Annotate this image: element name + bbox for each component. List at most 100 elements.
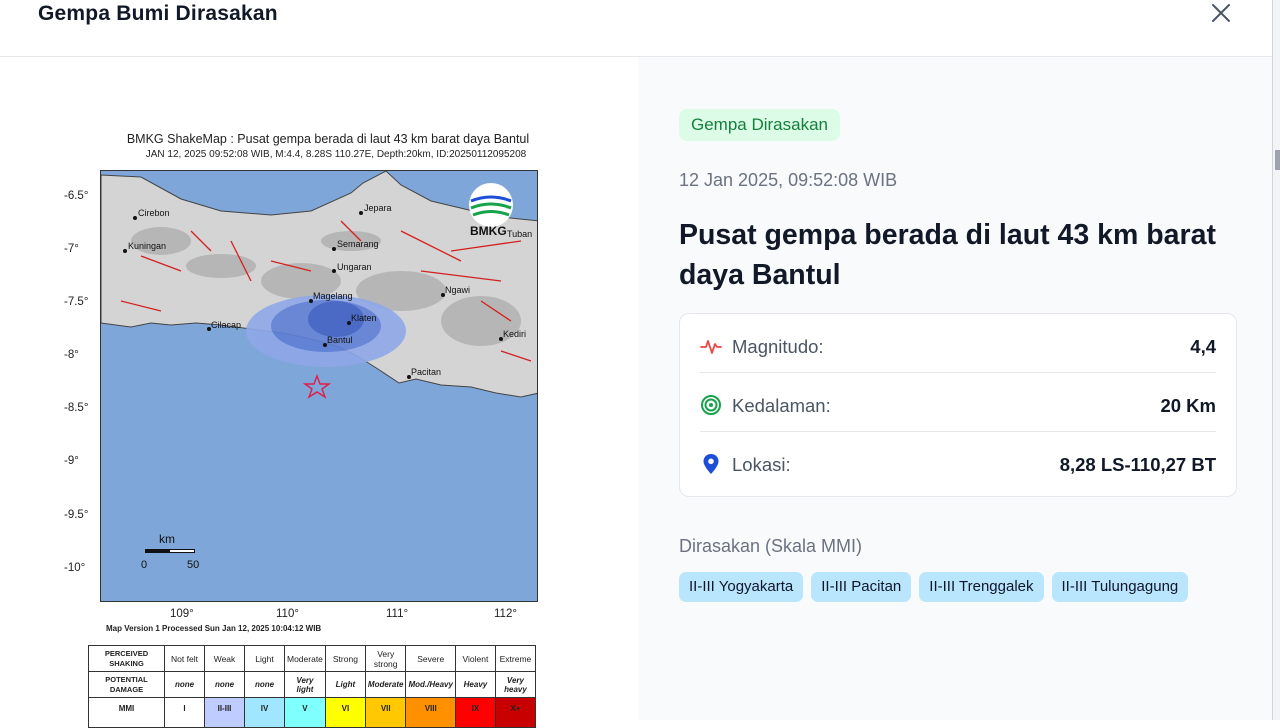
city-label: Pacitan — [411, 367, 441, 377]
city-label: Cilacap — [211, 320, 241, 330]
svg-text:50: 50 — [187, 559, 199, 571]
shakemap-figure: BMKG ShakeMap : Pusat gempa berada di la… — [58, 132, 558, 652]
info-row-magnitude: Magnitudo: 4,4 — [700, 315, 1216, 373]
modal-title: Gempa Bumi Dirasakan — [38, 2, 278, 25]
detail-pane: Gempa Dirasakan 12 Jan 2025, 09:52:08 WI… — [638, 57, 1272, 720]
y-tick: -9.5° — [64, 509, 89, 521]
mmi-legend-table: PERCEIVED SHAKING Not felt Weak Light Mo… — [88, 645, 536, 728]
mmi-cell: IX — [454, 697, 496, 728]
info-value: 4,4 — [1190, 336, 1216, 357]
city-label: Ngawi — [445, 285, 470, 295]
city-label: Semarang — [337, 239, 379, 249]
y-tick: -8° — [64, 349, 79, 361]
y-tick: -7° — [64, 243, 79, 255]
svg-text:km: km — [159, 532, 175, 546]
felt-areas: II-III Yogyakarta II-III Pacitan II-III … — [679, 572, 1189, 602]
city-label: Kuningan — [128, 241, 166, 251]
city-label: Ungaran — [337, 262, 372, 272]
close-icon — [1212, 4, 1230, 22]
damage-row: POTENTIAL DAMAGE none none none Very lig… — [88, 671, 536, 698]
x-tick: 112° — [494, 608, 517, 620]
legend-cell: Severe — [405, 645, 456, 672]
mmi-cell: IV — [244, 697, 285, 728]
x-tick: 110° — [276, 608, 299, 620]
status-badge: Gempa Dirasakan — [679, 109, 841, 141]
legend-cell: none — [164, 671, 205, 698]
earthquake-modal: Gempa Bumi Dirasakan BMKG ShakeMap : Pus… — [0, 0, 1280, 728]
legend-cell: Very light — [284, 671, 326, 698]
info-row-depth: Kedalaman: 20 Km — [700, 374, 1216, 432]
felt-area-chip: II-III Yogyakarta — [679, 572, 804, 602]
shakemap-title: BMKG ShakeMap : Pusat gempa berada di la… — [126, 132, 530, 146]
city-label: Magelang — [313, 291, 353, 301]
bmkg-logo: BMKG — [469, 183, 513, 238]
city-label: Cirebon — [138, 208, 170, 218]
shakemap-subtitle: JAN 12, 2025 09:52:08 WIB, M:4.4, 8.28S … — [145, 149, 527, 160]
legend-cell: Moderate — [284, 645, 326, 672]
event-datetime: 12 Jan 2025, 09:52:08 WIB — [679, 170, 898, 190]
mmi-cell: II-III — [204, 697, 245, 728]
shaking-row: PERCEIVED SHAKING Not felt Weak Light Mo… — [88, 645, 536, 672]
city-label: Tuban — [507, 229, 532, 239]
y-tick: -10° — [64, 562, 86, 574]
target-icon — [701, 395, 721, 415]
scrollbar[interactable] — [1272, 0, 1280, 720]
city-label: Klaten — [351, 313, 377, 323]
felt-area-chip: II-III Tulungagung — [1051, 572, 1189, 602]
legend-cell: Extreme — [494, 645, 536, 672]
info-value: 8,28 LS-110,27 BT — [1059, 454, 1216, 475]
legend-cell: Very heavy — [494, 671, 536, 698]
info-label: Kedalaman: — [732, 395, 831, 416]
mmi-cell: VII — [364, 697, 407, 728]
x-tick: 109° — [170, 608, 194, 620]
city-label: Kediri — [503, 329, 526, 339]
city-label: Jepara — [364, 203, 392, 213]
legend-cell: Light — [244, 645, 285, 672]
map-drawing: Cirebon Kuningan Jepara Semarang Ungaran… — [101, 171, 537, 601]
info-label: Magnitudo: — [732, 336, 824, 357]
felt-section-title: Dirasakan (Skala MMI) — [679, 536, 863, 556]
shakemap-pane: BMKG ShakeMap : Pusat gempa berada di la… — [0, 57, 638, 728]
legend-cell: Not felt — [164, 645, 205, 672]
close-button[interactable] — [1205, 0, 1237, 28]
y-tick: -6.5° — [64, 190, 89, 202]
info-value: 20 Km — [1160, 395, 1216, 416]
legend-header: MMI — [88, 697, 165, 728]
legend-cell: Mod./Heavy — [405, 671, 456, 698]
info-row-location: Lokasi: 8,28 LS-110,27 BT — [700, 433, 1216, 491]
svg-text:BMKG: BMKG — [470, 224, 507, 238]
pulse-icon — [700, 340, 722, 354]
mmi-cell: VI — [324, 697, 366, 728]
y-tick: -8.5° — [64, 402, 89, 414]
mmi-row: MMI I II-III IV V VI VII VIII IX X+ — [88, 697, 536, 728]
modal-header: Gempa Bumi Dirasakan — [0, 0, 1276, 57]
info-card: Magnitudo: 4,4 Kedalaman: 20 Km Lokasi: … — [679, 313, 1237, 497]
felt-area-chip: II-III Pacitan — [811, 572, 912, 602]
mmi-cell: I — [164, 697, 205, 728]
legend-cell: Light — [324, 671, 366, 698]
legend-cell: Heavy — [454, 671, 496, 698]
y-tick: -7.5° — [64, 296, 89, 308]
shakemap-map: Cirebon Kuningan Jepara Semarang Ungaran… — [100, 170, 538, 602]
legend-cell: none — [204, 671, 245, 698]
x-tick: 111° — [386, 608, 409, 620]
legend-cell: none — [244, 671, 285, 698]
event-headline: Pusat gempa berada di laut 43 km barat d… — [679, 219, 1216, 291]
scrollbar-thumb[interactable] — [1275, 150, 1280, 170]
legend-cell: Strong — [324, 645, 366, 672]
mmi-cell: V — [284, 697, 326, 728]
legend-cell: Weak — [204, 645, 245, 672]
mmi-cell: VIII — [405, 697, 456, 728]
map-version: Map Version 1 Processed Sun Jan 12, 2025… — [106, 624, 322, 633]
legend-header: PERCEIVED SHAKING — [88, 645, 165, 672]
svg-text:0: 0 — [141, 559, 147, 571]
legend-header: POTENTIAL DAMAGE — [88, 671, 165, 698]
y-tick: -9° — [64, 455, 79, 467]
legend-cell: Very strong — [364, 645, 407, 672]
felt-area-chip: II-III Trenggalek — [919, 572, 1044, 602]
legend-cell: Moderate — [364, 671, 407, 698]
mmi-cell: X+ — [494, 697, 536, 728]
info-label: Lokasi: — [732, 454, 791, 475]
city-label: Bantul — [327, 335, 353, 345]
legend-cell: Violent — [454, 645, 496, 672]
